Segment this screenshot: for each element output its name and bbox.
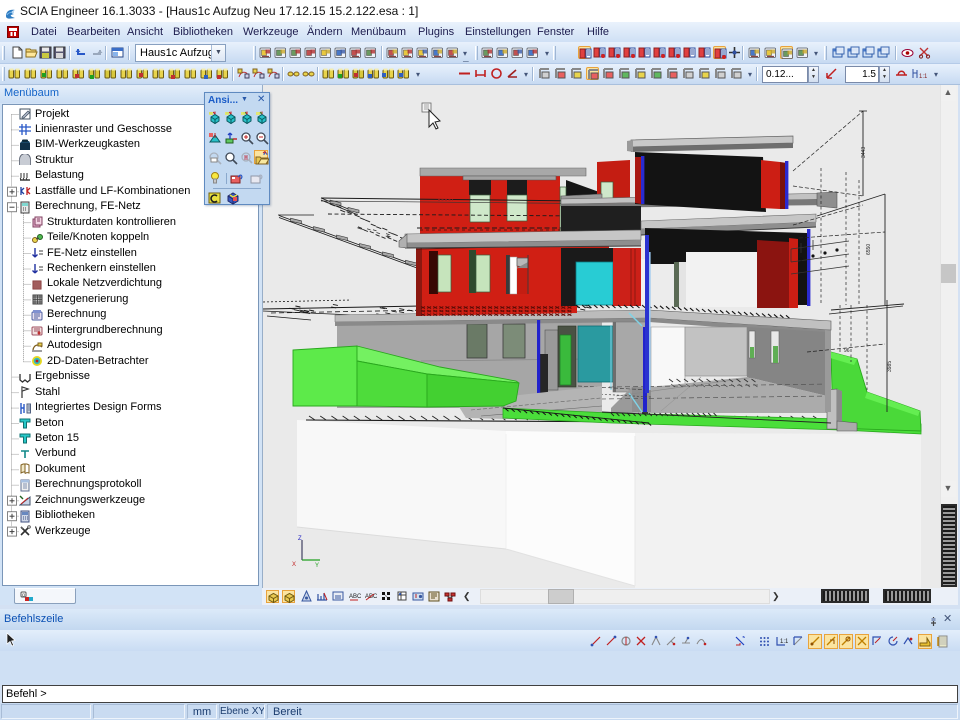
svg-text:q: q xyxy=(22,593,25,599)
svg-text:Z: Z xyxy=(298,536,302,542)
svg-text:Y: Y xyxy=(315,563,319,569)
svg-text:X: X xyxy=(292,562,296,568)
svg-text:1:1: 1:1 xyxy=(780,639,788,645)
svg-text:6550: 6550 xyxy=(866,244,872,255)
svg-text:3985: 3985 xyxy=(887,361,893,372)
svg-text:ABC: ABC xyxy=(349,594,361,600)
svg-text:1:10: 1:10 xyxy=(919,74,927,80)
svg-text:3443: 3443 xyxy=(861,147,867,158)
svg-text:96: 96 xyxy=(844,348,850,354)
